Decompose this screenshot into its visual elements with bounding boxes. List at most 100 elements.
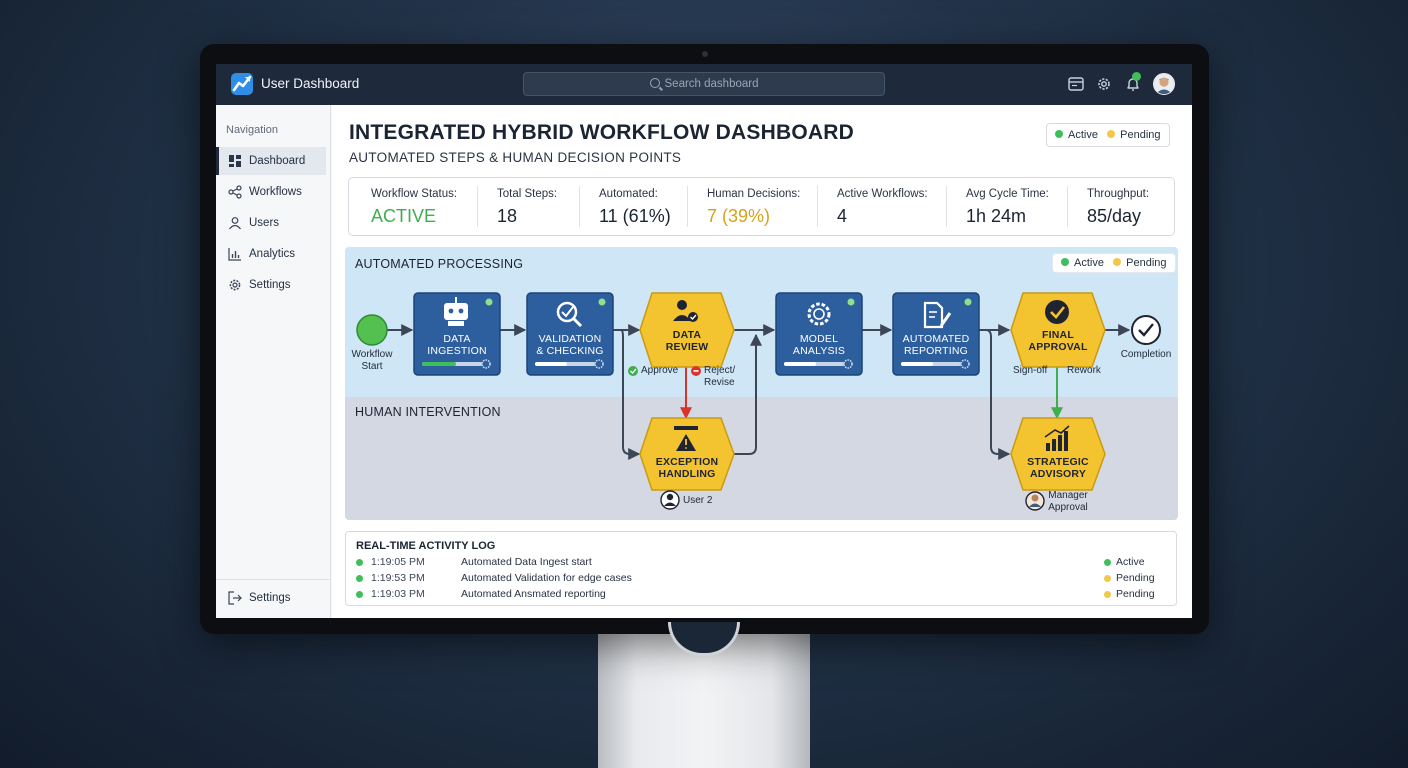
- assignee-label: User 2: [683, 495, 713, 506]
- app-logo-icon[interactable]: [231, 73, 253, 95]
- node-label-line-1: DATA: [672, 329, 702, 341]
- app-title: User Dashboard: [261, 76, 360, 91]
- node-label: DATA REVIEW: [640, 329, 734, 353]
- node-label-line-1: MODEL: [799, 333, 839, 345]
- node-label-line-1: DATA: [443, 333, 471, 345]
- top-bar: User Dashboard Search dashboard: [216, 64, 1192, 105]
- status-legend: Active Pending: [1046, 123, 1170, 147]
- assignee-avatar: [660, 490, 680, 510]
- search-input[interactable]: Search dashboard: [523, 72, 885, 96]
- stat-label: Avg Cycle Time:: [966, 188, 1049, 200]
- log-message: Automated Ansmated reporting: [461, 588, 606, 600]
- legend-pending: Pending: [1126, 257, 1167, 269]
- notification-badge: [1132, 72, 1141, 81]
- nav-heading: Navigation: [226, 124, 278, 136]
- completion-node[interactable]: [1131, 315, 1161, 345]
- stat-value: 7 (39%): [707, 206, 771, 226]
- status-dot: [356, 559, 363, 566]
- log-time: 1:19:05 PM: [371, 556, 425, 568]
- log-status-text: Pending: [1116, 572, 1155, 584]
- gear-icon[interactable]: [1095, 75, 1113, 93]
- stat-value: 85/day: [1087, 206, 1142, 226]
- legend-active: Active: [1074, 257, 1104, 269]
- node-label-line-1: AUTOMATED: [902, 333, 970, 345]
- stat-value: 1h 24m: [966, 206, 1027, 226]
- status-dot: [356, 575, 363, 582]
- screen: User Dashboard Search dashboard Navigati…: [216, 64, 1192, 618]
- sidebar-item-settings[interactable]: Settings: [216, 271, 326, 299]
- log-row[interactable]: 1:19:53 PM Automated Validation for edge…: [356, 572, 1166, 587]
- node-label: MODEL ANALYSIS: [776, 333, 862, 357]
- sidebar-item-label: Workflows: [249, 186, 302, 198]
- node-label: DATA INGESTION: [414, 333, 500, 357]
- user-avatar[interactable]: [1153, 73, 1175, 95]
- log-row[interactable]: 1:19:03 PM Automated Ansmated reporting …: [356, 588, 1166, 603]
- legend-pending: Pending: [1120, 129, 1161, 141]
- gear-icon: [229, 279, 241, 291]
- robot-icon: [444, 303, 468, 320]
- sidebar-divider: [216, 579, 331, 580]
- bar-chart-icon: [228, 248, 241, 261]
- sidebar-item-analytics[interactable]: Analytics: [216, 240, 326, 268]
- node-label-line-2: APPROVAL: [1028, 341, 1088, 353]
- manager-avatar: [1025, 491, 1045, 511]
- sidebar-item-label: Analytics: [249, 248, 296, 260]
- node-label: VALIDATION & CHECKING: [527, 333, 613, 357]
- workflow-start-node[interactable]: [356, 314, 388, 346]
- workflow-legend: Active Pending: [1052, 253, 1176, 273]
- node-label-line-2: HANDLING: [658, 468, 716, 480]
- log-status-text: Active: [1116, 556, 1145, 568]
- page-title: INTEGRATED HYBRID WORKFLOW DASHBOARD: [349, 121, 854, 144]
- log-message: Automated Data Ingest start: [461, 556, 592, 568]
- stat-divider: [946, 186, 947, 227]
- sidebar: Navigation Dashboard Workflows Users Ana…: [216, 105, 331, 618]
- webcam: [702, 51, 708, 57]
- sidebar-item-workflows[interactable]: Workflows: [216, 178, 326, 206]
- node-label-line-2: ANALYSIS: [792, 345, 846, 357]
- active-dot: [1055, 130, 1063, 138]
- stat-divider: [687, 186, 688, 227]
- stat-label: Active Workflows:: [837, 188, 928, 200]
- user-check-icon: [677, 300, 687, 310]
- node-label-line-1: STRATEGIC: [1027, 456, 1089, 468]
- sidebar-item-label: Settings: [249, 592, 291, 604]
- approve-label: Approve: [641, 365, 679, 376]
- manager-label-line-1: Manager: [1048, 490, 1088, 501]
- active-dot: [1061, 258, 1069, 266]
- status-dot: [1104, 591, 1111, 598]
- stat-divider: [1067, 186, 1068, 227]
- node-label-line-1: FINAL: [1042, 329, 1074, 341]
- sidebar-item-label: Users: [249, 217, 280, 229]
- lane-human-label: HUMAN INTERVENTION: [355, 405, 501, 419]
- node-label-line-2: REPORTING: [903, 345, 969, 357]
- stat-label: Workflow Status:: [371, 188, 458, 200]
- stat-label: Total Steps:: [497, 188, 558, 200]
- stat-value: 11 (61%): [599, 206, 671, 226]
- reject-label-line-2: Revise: [704, 377, 735, 388]
- log-status-text: Pending: [1116, 588, 1155, 600]
- log-message: Automated Validation for edge cases: [461, 572, 632, 584]
- status-dot: [1104, 575, 1111, 582]
- search-icon: [649, 78, 660, 88]
- reject-label-line-1: Reject/: [704, 365, 736, 376]
- logout-icon: [228, 591, 242, 605]
- stat-label: Throughput:: [1087, 188, 1150, 200]
- main-content: INTEGRATED HYBRID WORKFLOW DASHBOARD AUT…: [332, 105, 1192, 618]
- activity-log: REAL-TIME ACTIVITY LOG 1:19:05 PM Automa…: [345, 531, 1177, 606]
- sidebar-item-dashboard[interactable]: Dashboard: [216, 147, 326, 175]
- growth-chart-icon: [1046, 443, 1050, 451]
- sidebar-footer-settings[interactable]: Settings: [216, 584, 326, 612]
- stat-value: ACTIVE: [371, 206, 437, 226]
- search-placeholder: Search dashboard: [664, 78, 759, 90]
- sidebar-item-label: Dashboard: [249, 155, 306, 167]
- log-row[interactable]: 1:19:05 PM Automated Data Ingest start A…: [356, 556, 1166, 571]
- status-dot: [1104, 559, 1111, 566]
- sidebar-item-users[interactable]: Users: [216, 209, 326, 237]
- stat-value: 18: [497, 206, 518, 226]
- node-label-line-2: & CHECKING: [536, 345, 604, 357]
- sidebar-item-label: Settings: [249, 279, 291, 291]
- user-icon: [229, 217, 241, 230]
- node-label-line-1: EXCEPTION: [655, 456, 719, 468]
- log-time: 1:19:03 PM: [371, 588, 425, 600]
- browser-window-icon[interactable]: [1067, 75, 1085, 93]
